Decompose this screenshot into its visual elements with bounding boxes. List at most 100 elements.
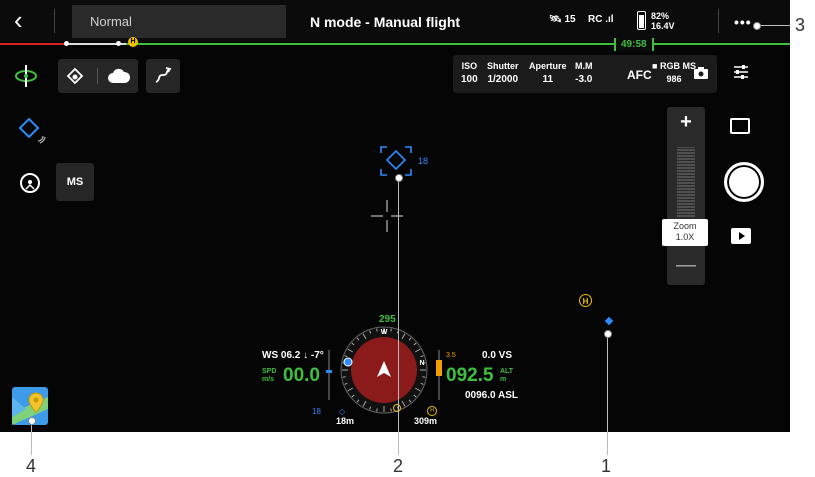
satellite-icon: 🛰︎ bbox=[549, 14, 562, 25]
remaining-segment bbox=[126, 43, 790, 45]
wind-speed: WS 06.2 ↓ -7° bbox=[262, 350, 324, 361]
zoom-out-button[interactable]: — bbox=[667, 254, 705, 277]
callout-line-4 bbox=[31, 420, 32, 455]
signal-bars-icon: .ıl bbox=[605, 14, 614, 25]
alt-unit-top: ALT bbox=[500, 368, 514, 375]
home-distance-readout: 309m bbox=[414, 416, 438, 426]
speed-unit: SPD m/s bbox=[262, 368, 276, 384]
route-button[interactable] bbox=[146, 59, 180, 93]
card-icon: ■ bbox=[652, 61, 658, 71]
route-icon bbox=[155, 67, 172, 83]
display-mode-button[interactable] bbox=[730, 118, 750, 134]
battery-voltage: 16.4V bbox=[651, 21, 675, 31]
tracking-target-icon[interactable] bbox=[18, 117, 48, 147]
battery-percent: 82% bbox=[651, 11, 670, 21]
callout-line-3 bbox=[756, 25, 790, 26]
lens-info: ■ RGB MS 986 bbox=[652, 60, 696, 86]
page-title: N mode - Manual flight bbox=[309, 14, 461, 30]
mm-label: M.M bbox=[575, 61, 593, 71]
zoom-level-badge[interactable]: Zoom 1.0X bbox=[662, 219, 708, 246]
callout-line-2 bbox=[398, 177, 399, 455]
mm-param: M.M -3.0 bbox=[575, 60, 593, 86]
rc-direction-icon bbox=[343, 357, 353, 367]
zoom-panel: + — bbox=[667, 107, 705, 285]
marker-dot bbox=[116, 41, 121, 46]
zoom-in-button[interactable]: + bbox=[667, 111, 705, 134]
divider bbox=[97, 68, 98, 84]
aperture-label: Aperture bbox=[529, 61, 567, 71]
ms-camera-button[interactable]: MS bbox=[56, 163, 94, 201]
focus-mode[interactable]: AFC bbox=[627, 68, 652, 82]
aircraft-marker-icon bbox=[604, 316, 614, 326]
callout-dot-3 bbox=[753, 22, 761, 30]
altitude: 092.5 bbox=[446, 365, 494, 386]
shutter-param: Shutter 1/2000 bbox=[487, 60, 519, 86]
home-point-marker: H bbox=[579, 294, 592, 307]
tool-group bbox=[58, 59, 138, 93]
mm-value: -3.0 bbox=[575, 74, 593, 85]
shutter-value: 1/2000 bbox=[487, 74, 519, 85]
zoom-label: Zoom bbox=[673, 221, 697, 231]
shutter-button[interactable] bbox=[724, 162, 764, 202]
marker-dot bbox=[64, 41, 69, 46]
vertical-speed: 0.0 VS bbox=[482, 350, 513, 361]
target-distance: 18 bbox=[418, 156, 429, 166]
gps-status[interactable]: 🛰︎ 15 bbox=[549, 14, 576, 25]
shutter-label: Shutter bbox=[487, 61, 519, 71]
attitude-compass: W N bbox=[340, 326, 428, 414]
iso-param: ISO 100 bbox=[461, 60, 478, 86]
rc-status[interactable]: RC .ıl bbox=[588, 14, 614, 25]
more-icon[interactable]: ••• bbox=[734, 14, 752, 30]
side-number: 18 bbox=[312, 407, 321, 416]
callout-3: 3 bbox=[795, 15, 806, 35]
battery-icon[interactable] bbox=[637, 11, 646, 30]
compass-w: W bbox=[381, 329, 388, 336]
home-point-icon: H bbox=[128, 37, 138, 47]
iso-value: 100 bbox=[461, 74, 478, 85]
horizontal-speed: 00.0 bbox=[283, 365, 320, 386]
target-box-icon[interactable] bbox=[380, 146, 412, 176]
callout-4: 4 bbox=[26, 456, 37, 476]
obstacle-distance: 3.5 bbox=[446, 352, 456, 359]
callout-2: 2 bbox=[393, 456, 404, 476]
zoom-slider[interactable] bbox=[677, 147, 695, 217]
altitude-unit: ALT m bbox=[500, 368, 513, 384]
flight-mode-box[interactable]: Normal bbox=[72, 5, 286, 38]
gimbal-icon[interactable] bbox=[14, 64, 38, 88]
camera-settings-icon[interactable] bbox=[733, 64, 749, 80]
cloud-icon[interactable] bbox=[108, 68, 130, 84]
battery-status: 82% 16.4V bbox=[651, 11, 675, 31]
aperture-param: Aperture 11 bbox=[529, 60, 567, 86]
callout-dot-2 bbox=[395, 174, 403, 182]
back-icon[interactable]: ‹ bbox=[14, 7, 40, 34]
divider bbox=[54, 9, 55, 33]
iso-label: ISO bbox=[461, 61, 478, 71]
camera-parameters[interactable]: ISO 100 Shutter 1/2000 Aperture 11 M.M -… bbox=[453, 55, 717, 93]
alt-unit-bottom: m bbox=[500, 376, 507, 383]
lens-label: RGB MS bbox=[659, 61, 696, 71]
obstacle-avoidance-icon[interactable] bbox=[66, 67, 84, 85]
rc-label: RC bbox=[588, 14, 603, 25]
camera-mode-icon[interactable] bbox=[693, 66, 709, 80]
callout-dot-1 bbox=[604, 330, 612, 338]
flight-time-bar: H bbox=[0, 37, 790, 47]
flight-timer: 49:58 bbox=[614, 38, 654, 51]
target-diamond-icon: ◇ bbox=[339, 407, 346, 416]
heading-value: 295 bbox=[379, 314, 396, 325]
callout-1: 1 bbox=[601, 456, 612, 476]
zoom-value: 1.0X bbox=[675, 232, 695, 242]
flight-mode-label: Normal bbox=[90, 14, 132, 29]
speed-unit-top: SPD bbox=[262, 368, 277, 375]
altitude-scale bbox=[436, 350, 442, 400]
flight-screen: ‹ Normal N mode - Manual flight 🛰︎ 15 RC… bbox=[0, 0, 790, 432]
callout-dot-4 bbox=[28, 417, 36, 425]
speed-unit-bottom: m/s bbox=[262, 376, 275, 383]
speed-scale bbox=[326, 350, 332, 400]
target-distance-readout: 18m bbox=[336, 416, 355, 426]
divider bbox=[718, 9, 719, 33]
remaining-shots: 986 bbox=[666, 74, 682, 84]
locate-icon[interactable] bbox=[18, 171, 42, 195]
aperture-value: 11 bbox=[542, 74, 554, 85]
playback-button[interactable] bbox=[731, 228, 751, 244]
satellite-count: 15 bbox=[564, 14, 576, 25]
